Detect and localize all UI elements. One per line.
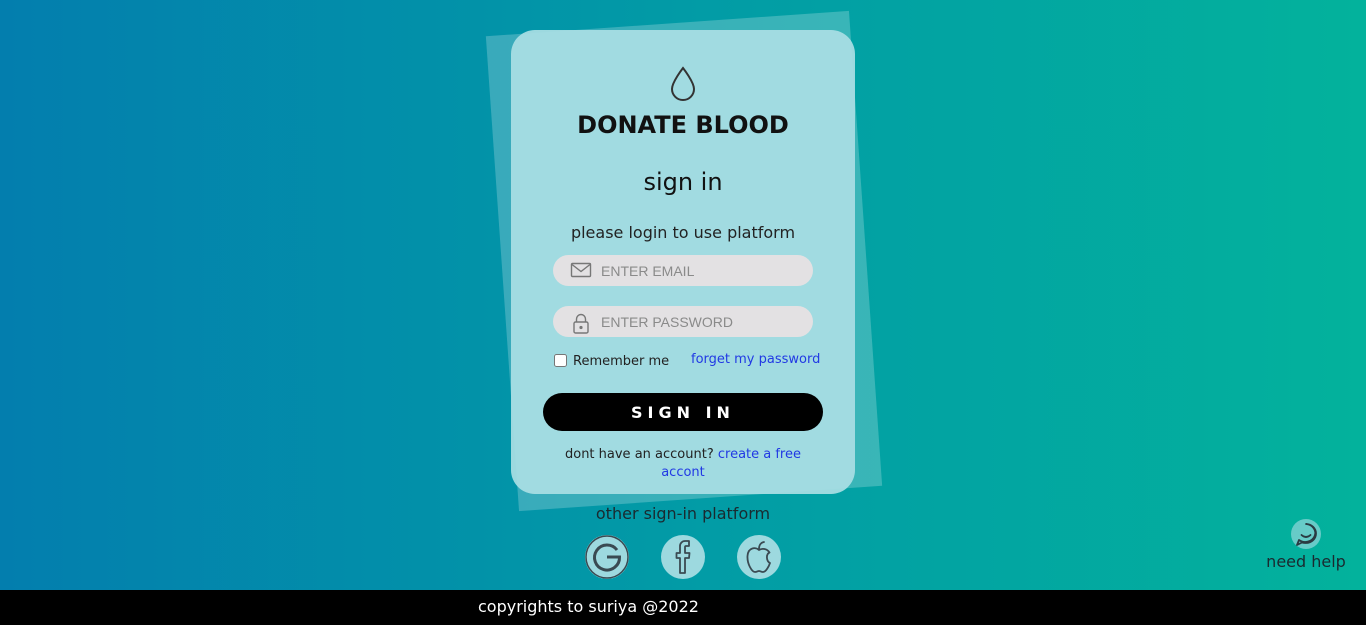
lock-icon <box>570 312 592 338</box>
brand-name: DONATE BLOOD <box>577 111 789 139</box>
remember-label: Remember me <box>573 354 670 369</box>
email-field[interactable] <box>553 255 813 286</box>
apple-icon <box>746 541 771 573</box>
password-input[interactable] <box>601 306 801 337</box>
copyright-text: copyrights to suriya @2022 <box>478 597 699 616</box>
google-icon <box>585 535 629 579</box>
facebook-signin-button[interactable] <box>661 535 705 579</box>
page-title: sign in <box>643 168 723 196</box>
remember-me[interactable]: Remember me <box>554 354 669 369</box>
signup-prompt-text: dont have an account? <box>564 447 714 462</box>
need-help-label: need help <box>1266 552 1346 571</box>
envelope-icon <box>570 261 592 283</box>
facebook-icon <box>675 540 691 574</box>
need-help-widget[interactable]: need help <box>1263 519 1349 571</box>
password-field[interactable] <box>553 306 813 337</box>
forgot-password-link[interactable]: forget my password <box>691 352 820 367</box>
other-signin-heading: other sign-in platform <box>0 504 1366 523</box>
google-signin-button[interactable] <box>585 535 629 579</box>
sign-in-button[interactable]: SIGN IN <box>543 393 823 431</box>
email-input[interactable] <box>601 255 801 286</box>
signup-prompt: dont have an account? create a free acco… <box>551 446 815 482</box>
page-subtitle: please login to use platform <box>570 223 796 242</box>
chat-bubble-icon[interactable] <box>1291 519 1321 549</box>
remember-checkbox[interactable] <box>554 354 567 367</box>
blood-drop-icon <box>511 66 855 106</box>
other-signin-label: other sign-in platform <box>595 504 771 523</box>
apple-signin-button[interactable] <box>737 535 781 579</box>
footer: copyrights to suriya @2022 <box>0 590 1366 625</box>
signin-card: DONATE BLOOD sign in please login to use… <box>511 30 855 494</box>
